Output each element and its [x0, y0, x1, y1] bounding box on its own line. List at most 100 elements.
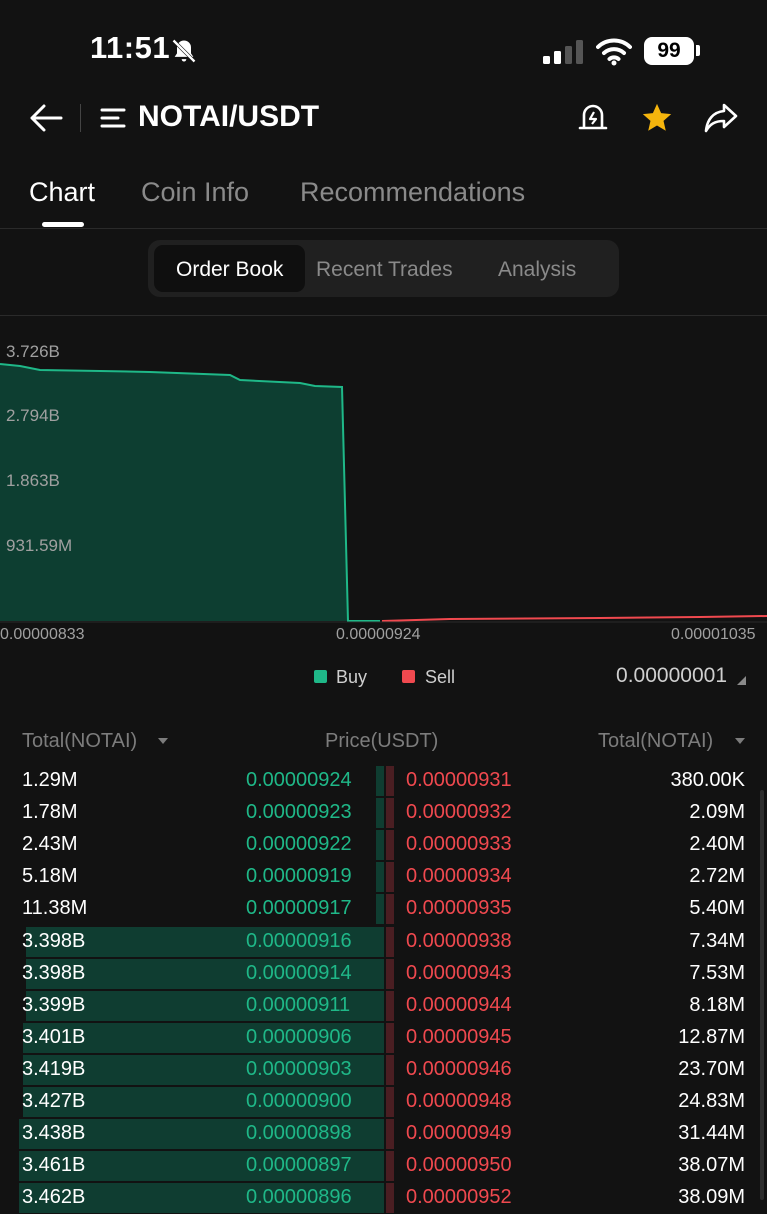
order-book-row[interactable]: 3.438B 0.00000898 0.00000949 31.44M — [0, 1118, 767, 1150]
tab-active-indicator — [42, 222, 84, 227]
bid-total-header[interactable]: Total(NOTAI) — [22, 730, 137, 753]
order-book-row[interactable]: 11.38M 0.00000917 0.00000935 5.40M — [0, 893, 767, 925]
bid-price-cell: 0.00000922 — [246, 833, 352, 856]
sell-legend-label: Sell — [425, 667, 456, 687]
ask-depth-bar — [386, 1022, 394, 1053]
tab-coin-info[interactable]: Coin Info — [141, 177, 249, 208]
sell-legend-swatch — [402, 670, 415, 683]
bid-total-cell: 3.461B — [22, 1154, 86, 1177]
ask-depth-bar — [386, 958, 394, 989]
bid-price-cell: 0.00000900 — [246, 1090, 352, 1112]
ask-price-cell: 0.00000933 — [406, 833, 512, 856]
ask-depth-bar — [386, 926, 394, 957]
bid-depth-bar — [376, 766, 384, 796]
bid-total-cell: 3.398B — [22, 929, 86, 952]
order-book-row[interactable]: 3.401B 0.00000906 0.00000945 12.87M — [0, 1022, 767, 1054]
price-header: Price(USDT) — [325, 730, 439, 752]
order-book-row[interactable]: 3.419B 0.00000903 0.00000946 23.70M — [0, 1054, 767, 1086]
ask-total-header[interactable]: Total(NOTAI) — [598, 730, 713, 753]
ask-depth-bar — [386, 1151, 394, 1182]
bid-total-cell: 3.427B — [22, 1090, 86, 1112]
pair-title[interactable]: NOTAI/USDT — [138, 100, 319, 134]
back-arrow-icon[interactable] — [28, 102, 64, 134]
status-time: 11:51 — [90, 30, 171, 65]
ask-total-cell: 2.40M — [689, 833, 745, 856]
alert-bell-icon[interactable] — [578, 102, 608, 134]
bid-depth-area — [0, 364, 348, 621]
ask-depth-bar — [386, 798, 394, 829]
y-tick-label: 3.726B — [6, 342, 60, 361]
bid-price-cell: 0.00000906 — [246, 1025, 352, 1048]
signal-icon — [543, 40, 583, 64]
order-book-row[interactable]: 3.427B 0.00000900 0.00000948 24.83M — [0, 1086, 767, 1118]
bid-price-cell: 0.00000911 — [246, 993, 351, 1016]
bid-price-cell: 0.00000914 — [246, 961, 352, 984]
share-icon[interactable] — [703, 101, 739, 135]
ask-price-cell: 0.00000949 — [406, 1122, 512, 1145]
order-book-row[interactable]: 3.461B 0.00000897 0.00000950 38.07M — [0, 1150, 767, 1182]
ask-total-cell: 2.09M — [689, 801, 745, 824]
ask-price-cell: 0.00000950 — [406, 1154, 512, 1177]
order-book-row[interactable]: 3.398B 0.00000916 0.00000938 7.34M — [0, 926, 767, 958]
segment-analysis[interactable]: Analysis — [498, 258, 576, 282]
bid-price-cell: 0.00000924 — [246, 769, 352, 791]
ask-price-cell: 0.00000932 — [406, 801, 512, 824]
order-book-row[interactable]: 1.29M 0.00000924 0.00000931 380.00K — [0, 765, 767, 797]
ask-depth-bar — [386, 1054, 394, 1085]
ask-price-cell: 0.00000935 — [406, 897, 512, 920]
bid-total-cell: 1.29M — [22, 769, 78, 791]
bid-depth-bar — [376, 830, 384, 861]
y-tick-label: 2.794B — [6, 406, 60, 425]
ask-total-cell: 31.44M — [678, 1122, 745, 1145]
menu-icon[interactable] — [99, 106, 127, 130]
triangle-icon[interactable] — [735, 674, 747, 686]
ask-price-cell: 0.00000931 — [406, 769, 512, 791]
ask-price-cell: 0.00000934 — [406, 865, 512, 888]
ask-total-cell: 7.53M — [689, 961, 745, 984]
ask-depth-bar — [386, 1183, 394, 1214]
order-book-row[interactable]: 3.398B 0.00000914 0.00000943 7.53M — [0, 958, 767, 990]
order-book-row[interactable]: 3.399B 0.00000911 0.00000944 8.18M — [0, 990, 767, 1022]
ask-total-cell: 23.70M — [678, 1057, 745, 1080]
order-book-row[interactable]: 3.462B 0.00000896 0.00000952 38.09M — [0, 1182, 767, 1214]
chevron-down-icon[interactable] — [733, 736, 747, 746]
bid-total-cell: 11.38M — [22, 897, 88, 920]
chevron-down-icon[interactable] — [156, 736, 170, 746]
ask-total-cell: 12.87M — [678, 1025, 745, 1048]
ask-total-cell: 8.18M — [689, 993, 745, 1016]
segment-order-book[interactable]: Order Book — [176, 258, 283, 282]
wifi-icon — [596, 38, 632, 66]
ask-total-cell: 38.09M — [678, 1186, 745, 1209]
bid-price-cell: 0.00000917 — [246, 897, 352, 920]
order-book-row[interactable]: 2.43M 0.00000922 0.00000933 2.40M — [0, 829, 767, 861]
ask-price-cell: 0.00000944 — [406, 993, 512, 1016]
x-tick-label: 0.00001035 — [671, 626, 756, 643]
y-tick-label: 1.863B — [6, 471, 60, 490]
bid-depth-bar — [376, 798, 384, 829]
ask-price-cell: 0.00000946 — [406, 1057, 512, 1080]
bid-price-cell: 0.00000898 — [246, 1122, 352, 1145]
bid-price-cell: 0.00000897 — [246, 1154, 352, 1177]
depth-chart[interactable] — [0, 316, 767, 626]
segment-recent-trades[interactable]: Recent Trades — [316, 258, 453, 282]
tab-chart[interactable]: Chart — [29, 177, 95, 208]
ask-total-cell: 24.83M — [678, 1090, 745, 1112]
bid-total-cell: 3.401B — [22, 1025, 86, 1048]
x-tick-label: 0.00000924 — [336, 626, 421, 643]
order-book-row[interactable]: 1.78M 0.00000923 0.00000932 2.09M — [0, 797, 767, 829]
ask-total-cell: 380.00K — [670, 769, 745, 791]
precision-selector[interactable]: 0.00000001 — [616, 664, 727, 688]
bid-total-cell: 3.462B — [22, 1186, 86, 1209]
star-icon[interactable] — [640, 101, 674, 135]
x-tick-label: 0.00000833 — [0, 626, 85, 643]
bid-total-cell: 2.43M — [22, 833, 78, 856]
ask-price-cell: 0.00000943 — [406, 961, 512, 984]
ask-total-cell: 38.07M — [678, 1154, 745, 1177]
ask-total-cell: 2.72M — [689, 865, 745, 888]
bid-total-cell: 3.399B — [22, 993, 86, 1016]
battery-cap — [696, 45, 700, 56]
tab-recommendations[interactable]: Recommendations — [300, 177, 525, 208]
ask-price-cell: 0.00000948 — [406, 1090, 512, 1112]
order-book-row[interactable]: 5.18M 0.00000919 0.00000934 2.72M — [0, 861, 767, 893]
scrollbar[interactable] — [760, 790, 764, 1200]
